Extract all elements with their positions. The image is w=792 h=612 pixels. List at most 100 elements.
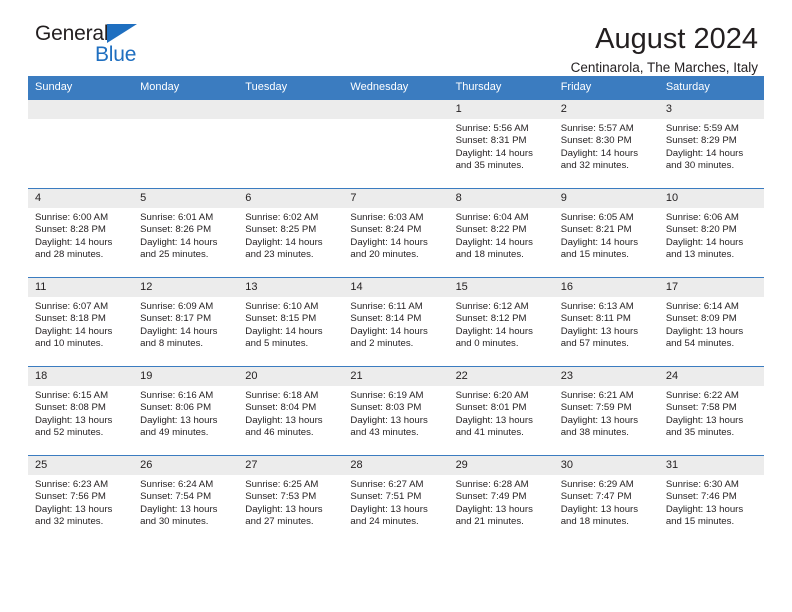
- day-number: 8: [448, 189, 554, 208]
- calendar-day-cell[interactable]: 17 Sunrise: 6:14 AM Sunset: 8:09 PM Dayligh…: [658, 277, 764, 367]
- calendar-day-cell[interactable]: 30 Sunrise: 6:29 AM Sunset: 7:47 PM Dayligh…: [553, 455, 659, 545]
- daylight-text-line1: Daylight: 14 hours: [350, 236, 428, 248]
- calendar-day-cell[interactable]: 22 Sunrise: 6:20 AM Sunset: 8:01 PM Dayligh…: [448, 366, 554, 456]
- day-number: 9: [553, 189, 659, 208]
- daylight-text-line2: and 30 minutes.: [665, 159, 735, 171]
- sunrise-text: Sunrise: 6:16 AM: [140, 390, 214, 401]
- day-number: 12: [133, 278, 239, 297]
- daylight-text-line2: and 35 minutes.: [665, 426, 735, 438]
- day-sun-info: Sunrise: 6:05 AM Sunset: 8:21 PM Daylight:…: [554, 208, 659, 261]
- daylight-text-line2: and 28 minutes.: [35, 248, 104, 260]
- day-cell-inner: 22 Sunrise: 6:20 AM Sunset: 8:01 PM Dayligh…: [448, 367, 554, 455]
- calendar-day-cell[interactable]: 7 Sunrise: 6:03 AM Sunset: 8:24 PM Daylight…: [343, 188, 449, 278]
- calendar-day-cell[interactable]: 5 Sunrise: 6:01 AM Sunset: 8:26 PM Daylight…: [133, 188, 239, 278]
- calendar-day-cell[interactable]: 29 Sunrise: 6:28 AM Sunset: 7:49 PM Dayligh…: [448, 455, 554, 545]
- calendar-day-cell[interactable]: 15 Sunrise: 6:12 AM Sunset: 8:12 PM Dayligh…: [448, 277, 554, 367]
- calendar-day-cell[interactable]: 9 Sunrise: 6:05 AM Sunset: 8:21 PM Daylight…: [553, 188, 659, 278]
- daylight-text-line2: and 24 minutes.: [350, 515, 419, 527]
- calendar-day-cell[interactable]: 18 Sunrise: 6:15 AM Sunset: 8:08 PM Dayligh…: [28, 366, 134, 456]
- day-sun-info: Sunrise: 6:02 AM Sunset: 8:25 PM Daylight:…: [238, 208, 343, 261]
- day-sun-info: Sunrise: 6:25 AM Sunset: 7:53 PM Daylight:…: [238, 475, 343, 528]
- daylight-text-line2: and 38 minutes.: [560, 426, 629, 438]
- calendar-day-cell[interactable]: 3 Sunrise: 5:59 AM Sunset: 8:29 PM Daylight…: [658, 99, 764, 189]
- daylight-text-line2: and 13 minutes.: [665, 248, 735, 260]
- calendar-day-cell[interactable]: 2 Sunrise: 5:57 AM Sunset: 8:30 PM Daylight…: [553, 99, 659, 189]
- daylight-text-line1: Daylight: 13 hours: [455, 414, 533, 426]
- day-sun-info: Sunrise: 6:15 AM Sunset: 8:08 PM Daylight:…: [28, 386, 133, 439]
- day-cell-inner: 10 Sunrise: 6:06 AM Sunset: 8:20 PM Dayligh…: [658, 189, 764, 277]
- weekday-header-saturday: Saturday: [658, 76, 764, 100]
- day-number: [133, 100, 239, 119]
- day-sun-info: Sunrise: 6:11 AM Sunset: 8:14 PM Daylight:…: [343, 297, 448, 350]
- daylight-text-line1: Daylight: 14 hours: [560, 236, 639, 248]
- brand-logo[interactable]: General Blue: [35, 22, 167, 72]
- daylight-text-line2: and 32 minutes.: [560, 159, 629, 171]
- day-cell-inner: 11 Sunrise: 6:07 AM Sunset: 8:18 PM Dayligh…: [28, 278, 134, 366]
- sunset-text: Sunset: 7:59 PM: [560, 402, 632, 414]
- daylight-text-line1: Daylight: 14 hours: [35, 325, 113, 337]
- calendar-week-row: 4 Sunrise: 6:00 AM Sunset: 8:28 PM Daylight…: [28, 188, 764, 278]
- sunrise-text: Sunrise: 6:28 AM: [455, 479, 529, 490]
- sunset-text: Sunset: 7:56 PM: [35, 491, 106, 503]
- calendar-day-cell[interactable]: 12 Sunrise: 6:09 AM Sunset: 8:17 PM Dayligh…: [133, 277, 239, 367]
- day-number: 15: [448, 278, 554, 297]
- day-cell-inner: 18 Sunrise: 6:15 AM Sunset: 8:08 PM Dayligh…: [28, 367, 134, 455]
- calendar-day-cell[interactable]: 6 Sunrise: 6:02 AM Sunset: 8:25 PM Daylight…: [238, 188, 344, 278]
- calendar-day-cell[interactable]: 4 Sunrise: 6:00 AM Sunset: 8:28 PM Daylight…: [28, 188, 134, 278]
- daylight-text-line2: and 25 minutes.: [140, 248, 209, 260]
- calendar-day-cell[interactable]: 1 Sunrise: 5:56 AM Sunset: 8:31 PM Daylight…: [448, 99, 554, 189]
- day-number: 13: [238, 278, 344, 297]
- calendar-day-cell[interactable]: 20 Sunrise: 6:18 AM Sunset: 8:04 PM Dayligh…: [238, 366, 344, 456]
- weekday-header-sunday: Sunday: [28, 76, 134, 100]
- sunrise-text: Sunrise: 6:30 AM: [665, 479, 739, 490]
- calendar-day-cell[interactable]: 19 Sunrise: 6:16 AM Sunset: 8:06 PM Dayligh…: [133, 366, 239, 456]
- sunset-text: Sunset: 8:01 PM: [455, 402, 527, 414]
- daylight-text-line2: and 10 minutes.: [35, 337, 104, 349]
- daylight-text-line1: Daylight: 13 hours: [140, 414, 218, 426]
- sunset-text: Sunset: 8:09 PM: [665, 313, 737, 325]
- calendar-day-cell[interactable]: 10 Sunrise: 6:06 AM Sunset: 8:20 PM Dayligh…: [658, 188, 764, 278]
- daylight-text-line2: and 5 minutes.: [245, 337, 309, 349]
- calendar-day-cell[interactable]: 26 Sunrise: 6:24 AM Sunset: 7:54 PM Dayligh…: [133, 455, 239, 545]
- calendar-cell-empty: [133, 99, 239, 189]
- calendar-day-cell[interactable]: 27 Sunrise: 6:25 AM Sunset: 7:53 PM Dayligh…: [238, 455, 344, 545]
- day-cell-inner: 27 Sunrise: 6:25 AM Sunset: 7:53 PM Dayligh…: [238, 456, 344, 545]
- daylight-text-line1: Daylight: 14 hours: [140, 236, 218, 248]
- daylight-text-line1: Daylight: 14 hours: [665, 236, 744, 248]
- day-cell-inner: 29 Sunrise: 6:28 AM Sunset: 7:49 PM Dayligh…: [448, 456, 554, 545]
- calendar-day-cell[interactable]: 13 Sunrise: 6:10 AM Sunset: 8:15 PM Dayligh…: [238, 277, 344, 367]
- sunset-text: Sunset: 8:30 PM: [560, 135, 632, 147]
- calendar-page: General Blue August 2024 Centinarola, Th…: [0, 0, 792, 612]
- day-cell-inner: 24 Sunrise: 6:22 AM Sunset: 7:58 PM Dayligh…: [658, 367, 764, 455]
- calendar-day-cell[interactable]: 14 Sunrise: 6:11 AM Sunset: 8:14 PM Dayligh…: [343, 277, 449, 367]
- sunrise-text: Sunrise: 6:13 AM: [560, 301, 634, 312]
- day-sun-info: Sunrise: 6:29 AM Sunset: 7:47 PM Daylight:…: [554, 475, 659, 528]
- calendar-day-cell[interactable]: 24 Sunrise: 6:22 AM Sunset: 7:58 PM Dayligh…: [658, 366, 764, 456]
- day-sun-info: Sunrise: 6:28 AM Sunset: 7:49 PM Daylight:…: [449, 475, 554, 528]
- daylight-text-line2: and 15 minutes.: [560, 248, 629, 260]
- calendar-day-cell[interactable]: 31 Sunrise: 6:30 AM Sunset: 7:46 PM Dayligh…: [658, 455, 764, 545]
- calendar-day-cell[interactable]: 21 Sunrise: 6:19 AM Sunset: 8:03 PM Dayligh…: [343, 366, 449, 456]
- sunset-text: Sunset: 8:20 PM: [665, 224, 737, 236]
- day-sun-info: Sunrise: 6:24 AM Sunset: 7:54 PM Daylight:…: [133, 475, 238, 528]
- calendar-day-cell[interactable]: 16 Sunrise: 6:13 AM Sunset: 8:11 PM Dayligh…: [553, 277, 659, 367]
- daylight-text-line1: Daylight: 14 hours: [455, 325, 533, 337]
- day-number: 23: [553, 367, 659, 386]
- weekday-header-monday: Monday: [133, 76, 239, 100]
- sunrise-text: Sunrise: 6:27 AM: [350, 479, 424, 490]
- sunset-text: Sunset: 8:18 PM: [35, 313, 106, 325]
- daylight-text-line2: and 8 minutes.: [140, 337, 204, 349]
- sunset-text: Sunset: 8:08 PM: [35, 402, 106, 414]
- daylight-text-line1: Daylight: 13 hours: [35, 503, 113, 515]
- calendar-day-cell[interactable]: 11 Sunrise: 6:07 AM Sunset: 8:18 PM Dayligh…: [28, 277, 134, 367]
- calendar-day-cell[interactable]: 25 Sunrise: 6:23 AM Sunset: 7:56 PM Dayligh…: [28, 455, 134, 545]
- sunrise-text: Sunrise: 5:57 AM: [560, 123, 634, 134]
- day-cell-inner: 17 Sunrise: 6:14 AM Sunset: 8:09 PM Dayligh…: [658, 278, 764, 366]
- sunset-text: Sunset: 8:17 PM: [140, 313, 212, 325]
- calendar-day-cell[interactable]: 28 Sunrise: 6:27 AM Sunset: 7:51 PM Dayligh…: [343, 455, 449, 545]
- calendar-day-cell[interactable]: 23 Sunrise: 6:21 AM Sunset: 7:59 PM Dayligh…: [553, 366, 659, 456]
- sunrise-text: Sunrise: 6:15 AM: [35, 390, 109, 401]
- day-cell-inner: 7 Sunrise: 6:03 AM Sunset: 8:24 PM Daylight…: [343, 189, 449, 277]
- sunrise-text: Sunrise: 6:21 AM: [560, 390, 634, 401]
- calendar-day-cell[interactable]: 8 Sunrise: 6:04 AM Sunset: 8:22 PM Daylight…: [448, 188, 554, 278]
